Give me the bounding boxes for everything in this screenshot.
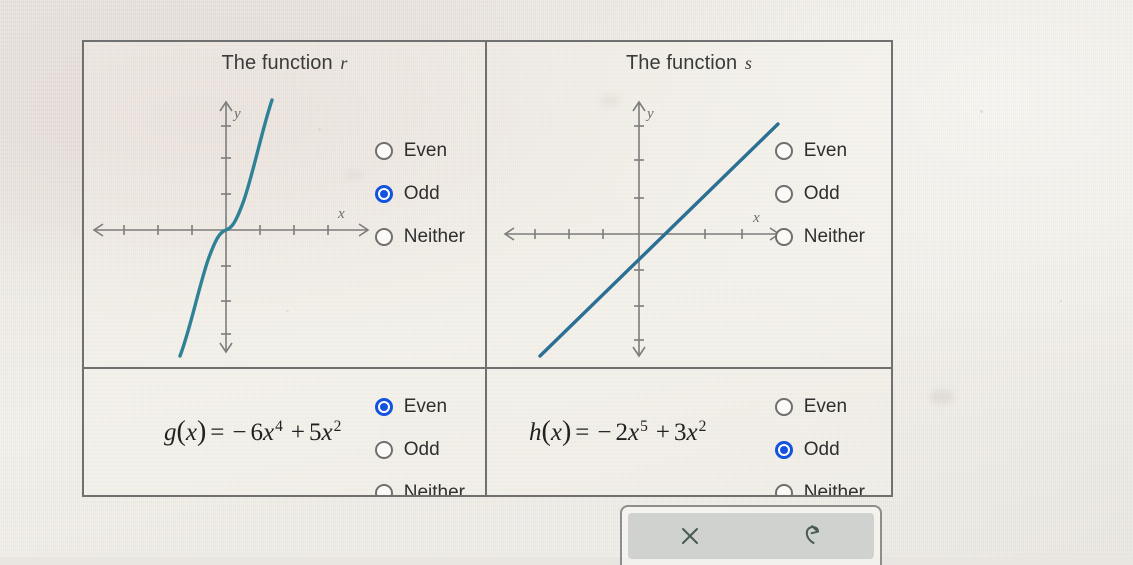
equation-h-term1-coefficient: 2 xyxy=(615,419,628,446)
equation-h-term2-coefficient: 3 xyxy=(673,419,687,446)
x-axis-s xyxy=(503,227,781,241)
radio-dot-icon[interactable] xyxy=(374,142,393,160)
radio-label: Even xyxy=(403,140,448,161)
radio-group-function-r[interactable]: Even Odd Neither xyxy=(374,140,465,248)
radio-group-function-g[interactable]: Even Odd Neither xyxy=(374,396,465,495)
radio-label: Even xyxy=(403,396,448,417)
equation-g-term1-variable: x xyxy=(262,419,275,446)
title-variable-r: r xyxy=(340,53,348,73)
radio-dot-icon[interactable] xyxy=(374,228,393,246)
cell-function-h: h(x) = −2x5 +3x2 Even Odd Neither xyxy=(487,369,891,495)
close-icon xyxy=(677,523,703,549)
radio-label: Neither xyxy=(803,482,865,495)
cell-function-r: The function r y x Even Odd Neither xyxy=(84,42,487,369)
equation-h-close-paren: ) xyxy=(561,416,572,447)
radio-label: Odd xyxy=(803,183,840,204)
graph-r-svg: y x xyxy=(92,98,370,358)
equation-g-term1-exponent: 4 xyxy=(275,417,283,435)
radio-label: Odd xyxy=(803,439,840,460)
radio-label: Even xyxy=(803,396,848,417)
x-axis-label-r: x xyxy=(337,206,345,222)
equation-h-open-paren: ( xyxy=(541,416,551,447)
radio-dot-icon[interactable] xyxy=(774,142,793,160)
bottom-toolbar xyxy=(620,505,882,565)
equation-function-h: h(x) = −2x5 +3x2 xyxy=(529,416,710,448)
radio-option-g-even[interactable]: Even xyxy=(374,396,465,418)
radio-label: Even xyxy=(803,140,848,161)
graph-function-r: y x xyxy=(86,94,386,362)
title-prefix-r: The function xyxy=(221,52,333,74)
equation-h-equals: = xyxy=(575,419,590,446)
equation-g-term2-sign: + xyxy=(290,419,305,446)
y-axis-s xyxy=(632,100,646,358)
radio-option-g-odd[interactable]: Odd xyxy=(374,439,465,461)
equation-h-term1-variable: x xyxy=(627,419,640,446)
radio-option-r-odd[interactable]: Odd xyxy=(374,183,465,205)
equation-g-term2-exponent: 2 xyxy=(333,417,342,435)
toolbar-button-strip xyxy=(628,513,874,559)
radio-label: Neither xyxy=(403,226,465,247)
equation-g-arg: x xyxy=(185,419,197,446)
radio-option-h-even[interactable]: Even xyxy=(774,396,865,418)
radio-label: Odd xyxy=(403,183,440,204)
equation-h-term1-sign: − xyxy=(597,419,612,446)
equation-g-term1-coefficient: 6 xyxy=(250,419,263,446)
equation-g-open-paren: ( xyxy=(176,416,186,447)
radio-dot-icon[interactable] xyxy=(374,484,393,495)
title-variable-s: s xyxy=(744,53,753,73)
equation-h-term1-exponent: 5 xyxy=(640,417,648,435)
y-axis-label-r: y xyxy=(232,106,241,122)
radio-label: Odd xyxy=(403,439,440,460)
equation-h-term2-sign: + xyxy=(655,419,670,446)
x-axis-label-s: x xyxy=(752,210,760,226)
radio-dot-icon[interactable] xyxy=(774,228,793,246)
graph-s-svg: y x xyxy=(503,100,781,358)
radio-option-g-neither[interactable]: Neither xyxy=(374,482,465,495)
radio-option-s-even[interactable]: Even xyxy=(774,140,865,162)
equation-g-term2-variable: x xyxy=(321,419,333,446)
radio-dot-icon[interactable] xyxy=(374,398,393,416)
graph-function-s: y x xyxy=(497,94,797,362)
undo-arrow-icon xyxy=(800,523,826,549)
undo-button[interactable] xyxy=(751,513,874,559)
equation-g-name: g xyxy=(164,419,177,446)
even-odd-function-table: The function r y x Even Odd Neither The … xyxy=(82,40,893,497)
radio-group-function-h[interactable]: Even Odd Neither xyxy=(774,396,865,495)
equation-function-g: g(x) = −6x4 +5x2 xyxy=(164,416,345,448)
equation-g-close-paren: ) xyxy=(196,416,207,447)
radio-option-h-odd[interactable]: Odd xyxy=(774,439,865,461)
radio-dot-icon[interactable] xyxy=(774,484,793,495)
cell-function-g: g(x) = −6x4 +5x2 Even Odd Neither xyxy=(84,369,487,495)
radio-dot-icon[interactable] xyxy=(774,185,793,203)
equation-g-term1-sign: − xyxy=(232,419,247,446)
radio-dot-icon[interactable] xyxy=(774,398,793,416)
radio-option-r-neither[interactable]: Neither xyxy=(374,226,465,248)
equation-h-term2-variable: x xyxy=(686,419,698,446)
radio-dot-icon[interactable] xyxy=(374,185,393,203)
radio-dot-icon[interactable] xyxy=(374,441,393,459)
radio-option-s-neither[interactable]: Neither xyxy=(774,226,865,248)
y-axis-label-s: y xyxy=(645,106,654,122)
line-function-s xyxy=(538,122,780,358)
title-prefix-s: The function xyxy=(625,52,738,74)
equation-h-term2-exponent: 2 xyxy=(698,417,707,435)
radio-dot-icon[interactable] xyxy=(774,441,793,459)
equation-g-equals: = xyxy=(210,419,225,446)
radio-option-r-even[interactable]: Even xyxy=(374,140,465,162)
equation-h-name: h xyxy=(529,419,542,446)
radio-option-s-odd[interactable]: Odd xyxy=(774,183,865,205)
title-function-s: The function s xyxy=(487,52,891,75)
cell-function-s: The function s y x Even Odd Neither xyxy=(487,42,891,369)
radio-label: Neither xyxy=(803,226,865,247)
radio-group-function-s[interactable]: Even Odd Neither xyxy=(774,140,865,248)
equation-g-term2-coefficient: 5 xyxy=(308,419,322,446)
radio-label: Neither xyxy=(403,482,465,495)
title-function-r: The function r xyxy=(84,52,485,75)
radio-option-h-neither[interactable]: Neither xyxy=(774,482,865,495)
equation-h-arg: x xyxy=(550,419,562,446)
clear-button[interactable] xyxy=(628,513,751,559)
